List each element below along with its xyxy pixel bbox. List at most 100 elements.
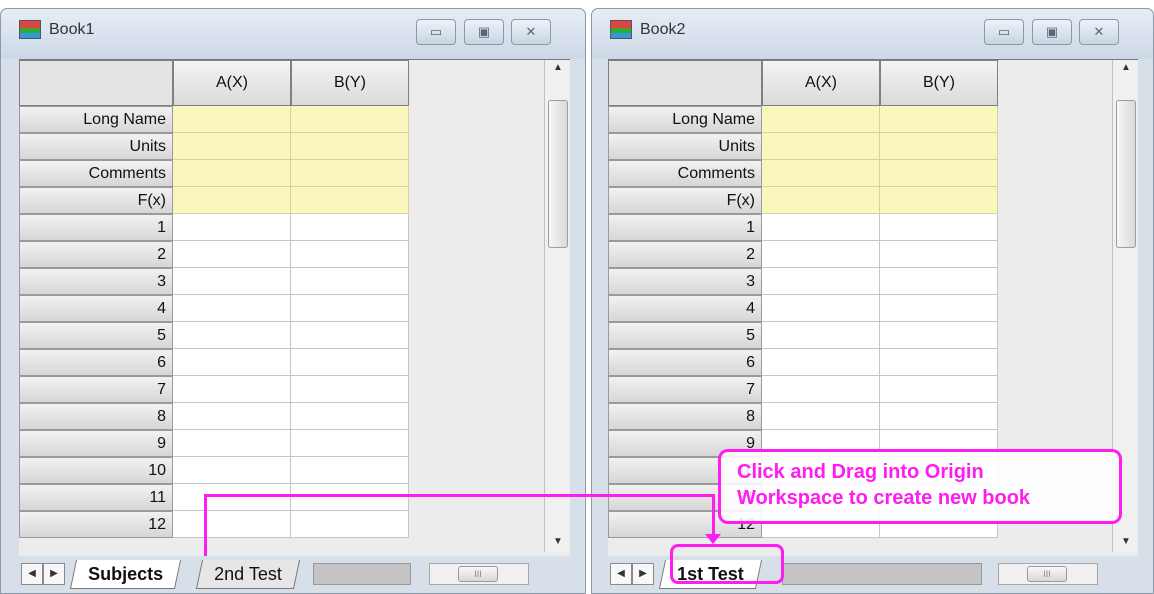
scroll-up-icon[interactable]: ▲ xyxy=(1113,62,1139,73)
cell[interactable] xyxy=(762,295,880,322)
cell[interactable] xyxy=(291,457,409,484)
row-header[interactable]: 6 xyxy=(608,349,762,376)
row-header[interactable]: 2 xyxy=(19,241,173,268)
row-header-comments[interactable]: Comments xyxy=(608,160,762,187)
cell[interactable] xyxy=(173,187,291,214)
cell[interactable] xyxy=(173,106,291,133)
hscroll-thumb[interactable]: III xyxy=(1027,566,1067,582)
row-header-long-name[interactable]: Long Name xyxy=(608,106,762,133)
cell[interactable] xyxy=(173,241,291,268)
cell[interactable] xyxy=(880,295,998,322)
cell[interactable] xyxy=(291,511,409,538)
cell[interactable] xyxy=(880,268,998,295)
row-header[interactable]: 9 xyxy=(19,430,173,457)
sheet-tab-subjects[interactable]: Subjects xyxy=(69,560,182,589)
cell[interactable] xyxy=(173,133,291,160)
cell[interactable] xyxy=(291,349,409,376)
horizontal-scrollbar[interactable]: III xyxy=(998,563,1098,585)
cell[interactable] xyxy=(880,106,998,133)
cell[interactable] xyxy=(291,322,409,349)
row-header[interactable]: 5 xyxy=(19,322,173,349)
restore-button[interactable]: ▣ xyxy=(1032,19,1072,45)
column-header-a[interactable]: A(X) xyxy=(173,60,291,106)
scroll-down-icon[interactable]: ▼ xyxy=(545,536,571,547)
cell[interactable] xyxy=(762,241,880,268)
cell[interactable] xyxy=(880,187,998,214)
cell[interactable] xyxy=(291,295,409,322)
cell[interactable] xyxy=(291,106,409,133)
column-header-b[interactable]: B(Y) xyxy=(291,60,409,106)
row-header[interactable]: 8 xyxy=(608,403,762,430)
cell[interactable] xyxy=(762,160,880,187)
scroll-thumb[interactable] xyxy=(1116,100,1136,248)
row-header[interactable]: 3 xyxy=(19,268,173,295)
cell[interactable] xyxy=(880,214,998,241)
cell[interactable] xyxy=(291,160,409,187)
close-button[interactable]: ✕ xyxy=(511,19,551,45)
cell[interactable] xyxy=(762,268,880,295)
row-header[interactable]: 2 xyxy=(608,241,762,268)
row-header[interactable]: 4 xyxy=(608,295,762,322)
scroll-down-icon[interactable]: ▼ xyxy=(1113,536,1139,547)
cell[interactable] xyxy=(291,430,409,457)
cell[interactable] xyxy=(173,295,291,322)
cell[interactable] xyxy=(291,376,409,403)
restore-button[interactable]: ▣ xyxy=(464,19,504,45)
select-all-corner[interactable] xyxy=(608,60,762,106)
cell[interactable] xyxy=(173,160,291,187)
cell[interactable] xyxy=(291,241,409,268)
row-header[interactable]: 5 xyxy=(608,322,762,349)
cell[interactable] xyxy=(880,349,998,376)
cell[interactable] xyxy=(173,403,291,430)
close-button[interactable]: ✕ xyxy=(1079,19,1119,45)
row-header[interactable]: 7 xyxy=(19,376,173,403)
row-header-fx[interactable]: F(x) xyxy=(19,187,173,214)
cell[interactable] xyxy=(880,403,998,430)
cell[interactable] xyxy=(880,133,998,160)
cell[interactable] xyxy=(291,484,409,511)
cell[interactable] xyxy=(173,430,291,457)
cell[interactable] xyxy=(762,133,880,160)
row-header[interactable]: 6 xyxy=(19,349,173,376)
cell[interactable] xyxy=(173,511,291,538)
sheet-tab-2nd-test[interactable]: 2nd Test xyxy=(195,560,300,589)
row-header[interactable]: 11 xyxy=(19,484,173,511)
cell[interactable] xyxy=(291,133,409,160)
row-header-comments[interactable]: Comments xyxy=(19,160,173,187)
cell[interactable] xyxy=(291,187,409,214)
cell[interactable] xyxy=(880,160,998,187)
minimize-button[interactable]: ▭ xyxy=(416,19,456,45)
cell[interactable] xyxy=(762,403,880,430)
cell[interactable] xyxy=(762,214,880,241)
cell[interactable] xyxy=(173,376,291,403)
row-header[interactable]: 4 xyxy=(19,295,173,322)
vertical-scrollbar[interactable]: ▲ ▼ xyxy=(544,60,570,552)
book1-titlebar[interactable]: Book1 ▭ ▣ ✕ xyxy=(1,9,585,59)
row-header[interactable]: 1 xyxy=(608,214,762,241)
row-header[interactable]: 12 xyxy=(19,511,173,538)
row-header-units[interactable]: Units xyxy=(19,133,173,160)
scroll-up-icon[interactable]: ▲ xyxy=(545,62,571,73)
cell[interactable] xyxy=(173,322,291,349)
horizontal-scrollbar[interactable]: III xyxy=(429,563,529,585)
cell[interactable] xyxy=(173,349,291,376)
cell[interactable] xyxy=(880,241,998,268)
cell[interactable] xyxy=(762,187,880,214)
cell[interactable] xyxy=(173,268,291,295)
cell[interactable] xyxy=(291,214,409,241)
cell[interactable] xyxy=(173,484,291,511)
cell[interactable] xyxy=(173,214,291,241)
tab-next-icon[interactable]: ▶ xyxy=(632,563,654,585)
cell[interactable] xyxy=(880,376,998,403)
cell[interactable] xyxy=(880,322,998,349)
row-header[interactable]: 1 xyxy=(19,214,173,241)
cell[interactable] xyxy=(291,268,409,295)
hscroll-thumb[interactable]: III xyxy=(458,566,498,582)
row-header-fx[interactable]: F(x) xyxy=(608,187,762,214)
row-header-units[interactable]: Units xyxy=(608,133,762,160)
row-header[interactable]: 3 xyxy=(608,268,762,295)
row-header[interactable]: 7 xyxy=(608,376,762,403)
cell[interactable] xyxy=(173,457,291,484)
cell[interactable] xyxy=(762,376,880,403)
column-header-b[interactable]: B(Y) xyxy=(880,60,998,106)
